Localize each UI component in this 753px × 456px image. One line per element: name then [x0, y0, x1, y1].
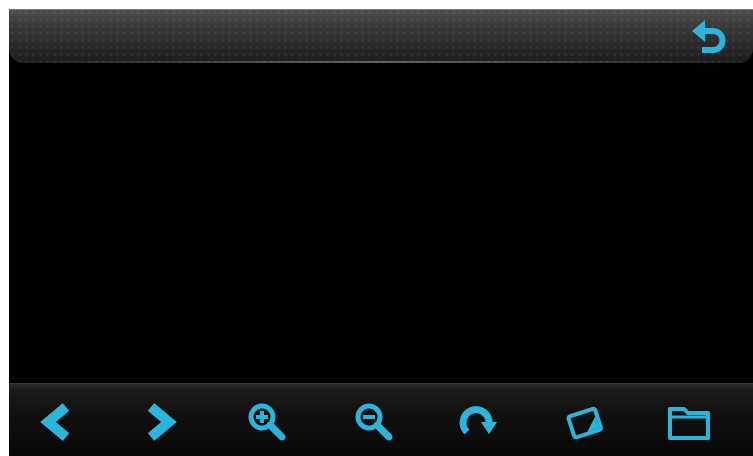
chevron-right-icon	[147, 403, 177, 441]
next-button[interactable]	[136, 398, 184, 446]
photo-icon	[566, 406, 603, 440]
rotate-icon	[459, 406, 497, 435]
image-viewer-area[interactable]	[9, 65, 753, 383]
slideshow-button[interactable]	[561, 398, 609, 446]
photo-viewer-screen	[9, 9, 753, 456]
folder-icon	[668, 407, 710, 440]
zoom-out-icon	[355, 403, 393, 441]
zoom-in-icon	[248, 403, 286, 441]
rotate-button[interactable]	[455, 398, 503, 446]
back-button[interactable]	[689, 17, 731, 57]
top-bar	[9, 9, 753, 63]
zoom-in-button[interactable]	[243, 398, 291, 446]
zoom-out-button[interactable]	[350, 398, 398, 446]
bottom-toolbar	[9, 383, 753, 456]
back-arrow-icon	[692, 20, 726, 53]
folder-button[interactable]	[665, 398, 713, 446]
previous-button[interactable]	[33, 398, 81, 446]
chevron-left-icon	[40, 403, 70, 441]
